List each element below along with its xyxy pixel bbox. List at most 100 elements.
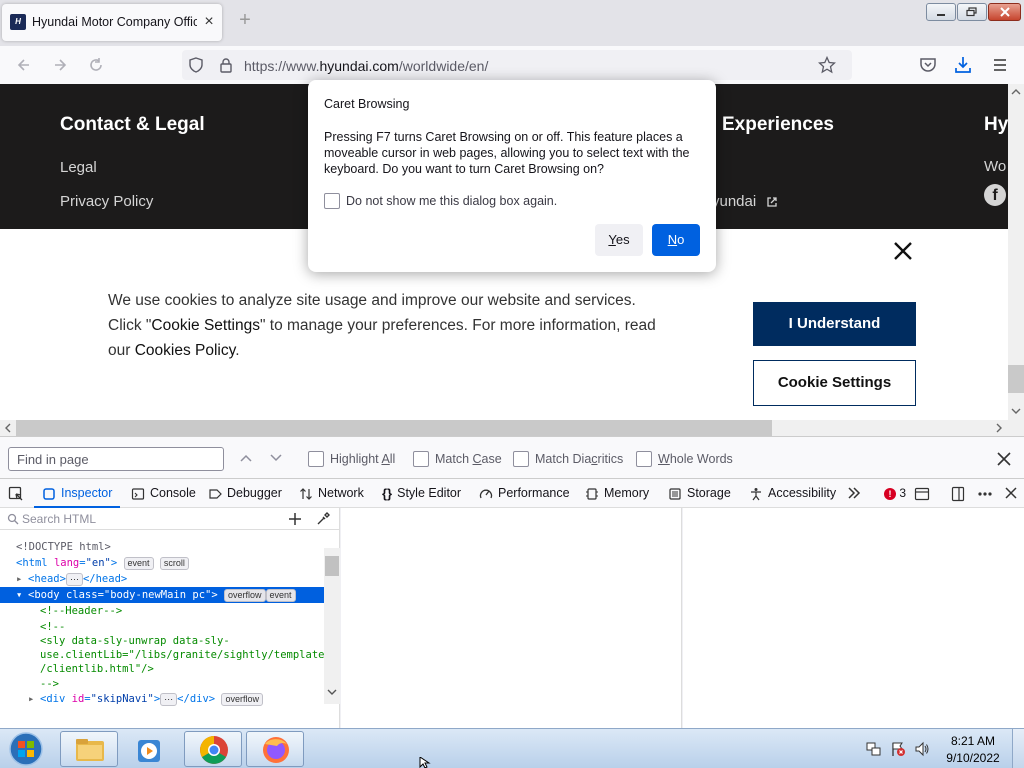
tab-storage[interactable]: Storage xyxy=(668,486,731,504)
match-case-option[interactable]: Match Case xyxy=(413,451,508,469)
cookie-settings-inline-link[interactable]: Cookie Settings xyxy=(151,317,260,334)
window-minimize-button[interactable] xyxy=(926,3,956,21)
pocket-icon[interactable] xyxy=(918,55,938,75)
forward-icon[interactable] xyxy=(50,55,70,75)
markup-line-skipnavi[interactable]: ▸ <div id="skipNavi"> ⋯ </div> overflow xyxy=(0,691,324,707)
match-diacritics-option[interactable]: Match Diacritics xyxy=(513,451,628,469)
highlight-all-option[interactable]: Highlight All xyxy=(308,451,408,469)
eyedropper-icon[interactable] xyxy=(316,512,330,526)
new-tab-icon[interactable]: + xyxy=(234,10,256,32)
markup-line-comment-header[interactable]: <!--Header--> xyxy=(0,603,324,619)
window-close-button[interactable] xyxy=(988,3,1021,21)
cookies-policy-link[interactable]: Cookies Policy xyxy=(135,342,236,359)
facebook-icon[interactable]: f xyxy=(984,184,1006,206)
url-text[interactable]: https://www.hyundai.com/worldwide/en/ xyxy=(244,58,488,74)
network-tray-icon[interactable] xyxy=(866,741,882,757)
do-not-show-again-checkbox[interactable] xyxy=(324,193,340,209)
cookie-banner-close-icon[interactable] xyxy=(892,240,914,262)
match-diacritics-checkbox[interactable] xyxy=(513,451,529,467)
whole-words-checkbox[interactable] xyxy=(636,451,652,467)
tab-inspector[interactable]: Inspector xyxy=(42,486,112,504)
markup-scroll-thumb[interactable] xyxy=(325,556,339,576)
find-bar-close-icon[interactable] xyxy=(996,451,1012,467)
find-next-icon[interactable] xyxy=(268,451,284,465)
do-not-show-again-label[interactable]: Do not show me this dialog box again. xyxy=(346,194,557,208)
tab-style-editor[interactable]: {} Style Editor xyxy=(382,486,461,504)
start-button[interactable] xyxy=(6,731,46,767)
mouse-cursor-icon xyxy=(419,757,431,768)
split-console-icon[interactable] xyxy=(914,486,930,502)
browser-tab[interactable]: H Hyundai Motor Company Offic × xyxy=(2,4,222,41)
devtools-menu-icon[interactable] xyxy=(977,486,993,502)
lock-icon[interactable] xyxy=(218,57,234,73)
scroll-left-arrow-icon[interactable] xyxy=(3,423,13,433)
scroll-up-arrow-icon[interactable] xyxy=(1010,87,1022,97)
footer-hyundai-link[interactable]: yundai xyxy=(712,193,778,210)
tab-style-editor-label: Style Editor xyxy=(397,486,462,500)
show-desktop-button[interactable] xyxy=(1012,729,1024,768)
scroll-down-arrow-icon[interactable] xyxy=(1010,406,1022,416)
event-badge[interactable]: event xyxy=(265,588,296,602)
action-center-flag-icon[interactable] xyxy=(890,741,906,757)
tab-debugger[interactable]: Debugger xyxy=(208,486,282,504)
footer-legal-link[interactable]: Legal xyxy=(60,159,97,176)
taskbar-firefox[interactable] xyxy=(246,731,304,767)
tab-memory[interactable]: Memory xyxy=(585,486,649,504)
clock-time[interactable]: 8:21 AM xyxy=(946,734,1000,748)
tab-console[interactable]: Console xyxy=(131,486,196,504)
dialog-title: Caret Browsing xyxy=(324,97,410,111)
volume-tray-icon[interactable] xyxy=(914,741,930,757)
markup-line-html[interactable]: <html lang="en"> event scroll xyxy=(0,555,324,571)
markup-line-body[interactable]: ▾ <body class="body-newMain pc"> overflow… xyxy=(0,587,324,603)
footer-privacy-link[interactable]: Privacy Policy xyxy=(60,193,153,210)
dock-side-icon[interactable] xyxy=(950,486,966,502)
find-in-page-input[interactable]: Find in page xyxy=(8,447,224,471)
markup-line-comment-close[interactable]: --> xyxy=(0,676,324,692)
add-node-icon[interactable] xyxy=(288,512,302,526)
markup-scroll-down-icon[interactable] xyxy=(327,687,337,697)
back-icon[interactable] xyxy=(14,55,34,75)
tab-close-icon[interactable]: × xyxy=(200,13,218,31)
reload-icon[interactable] xyxy=(86,55,106,75)
url-bar[interactable]: https://www.hyundai.com/worldwide/en/ xyxy=(182,50,852,80)
taskbar-explorer[interactable] xyxy=(60,731,118,767)
devtools-close-icon[interactable] xyxy=(1004,486,1018,500)
i-understand-button[interactable]: I Understand xyxy=(753,302,916,346)
tab-inspector-label: Inspector xyxy=(61,486,113,500)
yes-button[interactable]: Yes xyxy=(595,224,643,256)
taskbar-media-player[interactable] xyxy=(122,731,180,767)
external-link-icon xyxy=(767,197,778,207)
event-badge[interactable]: event xyxy=(123,556,154,570)
no-button[interactable]: No xyxy=(652,224,700,256)
cookie-settings-button[interactable]: Cookie Settings xyxy=(753,360,916,406)
app-menu-icon[interactable] xyxy=(990,55,1010,75)
page-horizontal-scroll-thumb[interactable] xyxy=(16,420,772,436)
markup-line-head[interactable]: ▸ <head> ⋯ </head> xyxy=(0,571,324,587)
debugger-icon xyxy=(209,489,222,499)
overflow-badge[interactable]: overflow xyxy=(224,588,266,602)
overflow-badge[interactable]: overflow xyxy=(221,692,263,706)
markup-line-doctype[interactable]: <!DOCTYPE html> xyxy=(0,539,324,555)
search-html-box[interactable]: Search HTML xyxy=(0,508,340,530)
match-case-checkbox[interactable] xyxy=(413,451,429,467)
tracking-protection-shield-icon[interactable] xyxy=(188,57,204,73)
tab-performance[interactable]: Performance xyxy=(479,486,570,504)
taskbar-chrome[interactable] xyxy=(184,731,242,767)
more-tools-chevron-icon[interactable] xyxy=(846,485,862,501)
markup-line-sly-3[interactable]: /clientlib.html"/> xyxy=(0,661,324,677)
downloads-icon[interactable] xyxy=(953,55,973,75)
window-restore-button[interactable] xyxy=(957,3,987,21)
scroll-badge[interactable]: scroll xyxy=(159,556,189,570)
cookie-text-line-2c: " to manage your preferences. For more i… xyxy=(259,317,656,334)
element-picker-icon[interactable] xyxy=(8,486,24,502)
scroll-right-arrow-icon[interactable] xyxy=(994,423,1004,433)
tab-accessibility[interactable]: Accessibility xyxy=(749,486,836,504)
highlight-all-checkbox[interactable] xyxy=(308,451,324,467)
find-previous-icon[interactable] xyxy=(238,451,254,465)
whole-words-option[interactable]: Whole Words xyxy=(636,451,736,469)
bookmark-star-icon[interactable] xyxy=(818,56,836,74)
tab-network[interactable]: Network xyxy=(299,486,364,504)
clock-date[interactable]: 9/10/2022 xyxy=(940,751,1006,765)
page-vertical-scroll-thumb[interactable] xyxy=(1008,365,1024,393)
error-count-badge[interactable]: ! 3 xyxy=(884,486,906,500)
